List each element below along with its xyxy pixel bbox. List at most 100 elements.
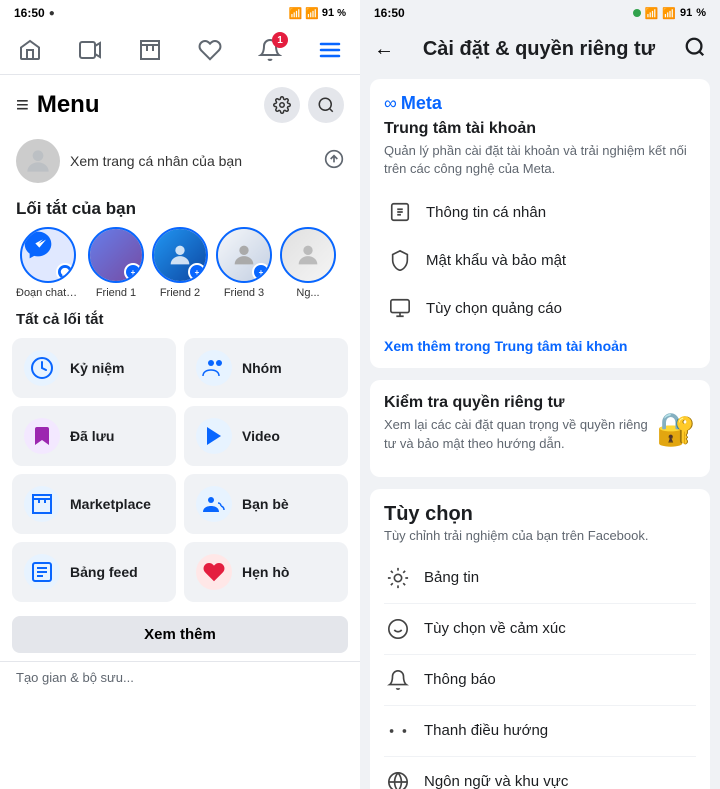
menu-hamburger: ≡ <box>16 92 29 118</box>
privacy-check-title: Kiểm tra quyền riêng tư <box>384 394 656 412</box>
bottom-hint-text: Tạo gian & bộ sưu... <box>16 670 134 685</box>
newsfeed-settings-item[interactable]: Bảng tin <box>384 553 696 604</box>
right-wifi-icon: 📶 <box>645 7 659 20</box>
battery-label: 91 <box>322 7 334 19</box>
feed-icon <box>24 554 60 590</box>
reactions-settings-item[interactable]: Tùy chọn về cảm xúc <box>384 604 696 655</box>
newsfeed-label: Bảng tin <box>424 569 479 586</box>
notification-nav-button[interactable]: 1 <box>250 34 290 66</box>
video-shortcut-label: Video <box>242 428 280 444</box>
privacy-check-card[interactable]: Kiểm tra quyền riêng tư Xem lại các cài … <box>370 380 710 476</box>
story-avatar-1: + <box>88 227 144 283</box>
menu-title-text: Menu <box>37 91 100 119</box>
right-signal-icon: 📶 <box>662 7 676 20</box>
reactions-icon <box>384 615 412 643</box>
navbar-icon <box>384 717 412 745</box>
ad-preferences-icon <box>384 292 416 324</box>
menu-title: ≡ Menu <box>16 91 100 119</box>
shortcut-memories[interactable]: Kỷ niệm <box>12 338 176 398</box>
story-avatar-chat <box>20 227 76 283</box>
settings-page-title: Cài đặt & quyền riêng tư <box>394 38 684 61</box>
language-label: Ngôn ngữ và khu vực <box>424 773 568 789</box>
right-header: ← Cài đặt & quyền riêng tư <box>360 26 720 73</box>
story-item-chat[interactable]: Đoạn chat chung <box>16 227 80 299</box>
shortcut-groups[interactable]: Nhóm <box>184 338 348 398</box>
wifi-icon: 📶 <box>288 7 302 20</box>
personal-info-item[interactable]: Thông tin cá nhân <box>384 188 696 236</box>
notifications-label: Thông báo <box>424 671 496 688</box>
settings-search-button[interactable] <box>684 36 706 63</box>
saved-label: Đã lưu <box>70 428 114 444</box>
marketplace-label: Marketplace <box>70 496 151 512</box>
language-settings-item[interactable]: Ngôn ngữ và khu vực <box>384 757 696 789</box>
right-status-time: 16:50 <box>374 6 405 20</box>
meta-infinity-icon: ∞ <box>384 93 397 114</box>
story-item-2[interactable]: + Friend 2 <box>152 227 208 299</box>
story-name-2: Friend 2 <box>160 287 200 299</box>
marketplace-icon <box>24 486 60 522</box>
menu-settings-button[interactable] <box>264 87 300 123</box>
privacy-check-content: Kiểm tra quyền riêng tư Xem lại các cài … <box>384 394 656 462</box>
shortcut-feed[interactable]: Bảng feed <box>12 542 176 602</box>
left-status-time: 16:50 ● <box>14 6 55 20</box>
menu-search-button[interactable] <box>308 87 344 123</box>
signal-icon: 📶 <box>305 7 319 20</box>
video-nav-button[interactable] <box>70 34 110 66</box>
groups-icon <box>196 350 232 386</box>
shortcuts-section-label: Lối tắt của bạn <box>0 191 360 223</box>
shortcut-saved[interactable]: Đã lưu <box>12 406 176 466</box>
navbar-settings-item[interactable]: Thanh điều hướng <box>384 706 696 757</box>
profile-row[interactable]: Xem trang cá nhân của bạn <box>0 131 360 191</box>
password-security-icon <box>384 244 416 276</box>
marketplace-nav-button[interactable] <box>130 34 170 66</box>
right-status-dot <box>633 9 641 17</box>
home-nav-button[interactable] <box>10 34 50 66</box>
shortcut-friends[interactable]: Bạn bè <box>184 474 348 534</box>
video-shortcut-icon <box>196 418 232 454</box>
shortcut-video[interactable]: Video <box>184 406 348 466</box>
ad-preferences-item[interactable]: Tùy chọn quảng cáo <box>384 284 696 332</box>
personal-info-label: Thông tin cá nhân <box>426 204 546 221</box>
notifications-settings-item[interactable]: Thông báo <box>384 655 696 706</box>
user-avatar <box>16 139 60 183</box>
right-panel: 16:50 📶 📶 91 % ← Cài đặt & quyền riêng t… <box>360 0 720 789</box>
personal-info-icon <box>384 196 416 228</box>
right-battery-pct: % <box>696 7 706 19</box>
meta-account-center-link[interactable]: Xem thêm trong Trung tâm tài khoản <box>384 338 696 354</box>
shortcut-dating[interactable]: Hẹn hò <box>184 542 348 602</box>
story-item-4[interactable]: Ng... <box>280 227 336 299</box>
profile-arrow <box>324 149 344 174</box>
password-security-item[interactable]: Mật khẩu và bảo mật <box>384 236 696 284</box>
story-row: Đoạn chat chung + Friend 1 + Friend 2 <box>0 223 360 307</box>
story-item-1[interactable]: + Friend 1 <box>88 227 144 299</box>
newsfeed-icon <box>384 564 412 592</box>
menu-header-icons <box>264 87 344 123</box>
meta-logo-text: Meta <box>401 93 442 114</box>
feed-label: Bảng feed <box>70 564 138 580</box>
see-more-button[interactable]: Xem thêm <box>12 616 348 653</box>
back-button[interactable]: ← <box>374 38 394 61</box>
story-badge-chat <box>56 263 74 281</box>
story-avatar-3: + <box>216 227 272 283</box>
left-status-bar: 16:50 ● 📶 📶 91 % <box>0 0 360 26</box>
favorites-nav-button[interactable] <box>190 34 230 66</box>
friends-label: Bạn bè <box>242 496 289 512</box>
right-battery-label: 91 <box>680 7 692 19</box>
shortcut-marketplace[interactable]: Marketplace <box>12 474 176 534</box>
right-status-icons: 📶 📶 91 % <box>633 7 706 20</box>
story-badge-3: + <box>252 263 270 281</box>
privacy-check-desc: Xem lại các cài đặt quan trọng về quyền … <box>384 416 656 452</box>
options-title: Tùy chọn <box>384 503 696 526</box>
left-panel: 16:50 ● 📶 📶 91 % 1 <box>0 0 360 789</box>
language-icon <box>384 768 412 789</box>
menu-nav-button[interactable] <box>310 34 350 66</box>
story-name-3: Friend 3 <box>224 287 264 299</box>
shortcuts-grid: Kỷ niệm Nhóm Đã lưu Video Marketpl <box>0 332 360 608</box>
story-item-3[interactable]: + Friend 3 <box>216 227 272 299</box>
dating-label: Hẹn hò <box>242 564 289 580</box>
friends-icon <box>196 486 232 522</box>
story-badge-1: + <box>124 263 142 281</box>
dating-icon <box>196 554 232 590</box>
reactions-label: Tùy chọn về cảm xúc <box>424 620 566 637</box>
recording-dot: ● <box>49 8 55 19</box>
